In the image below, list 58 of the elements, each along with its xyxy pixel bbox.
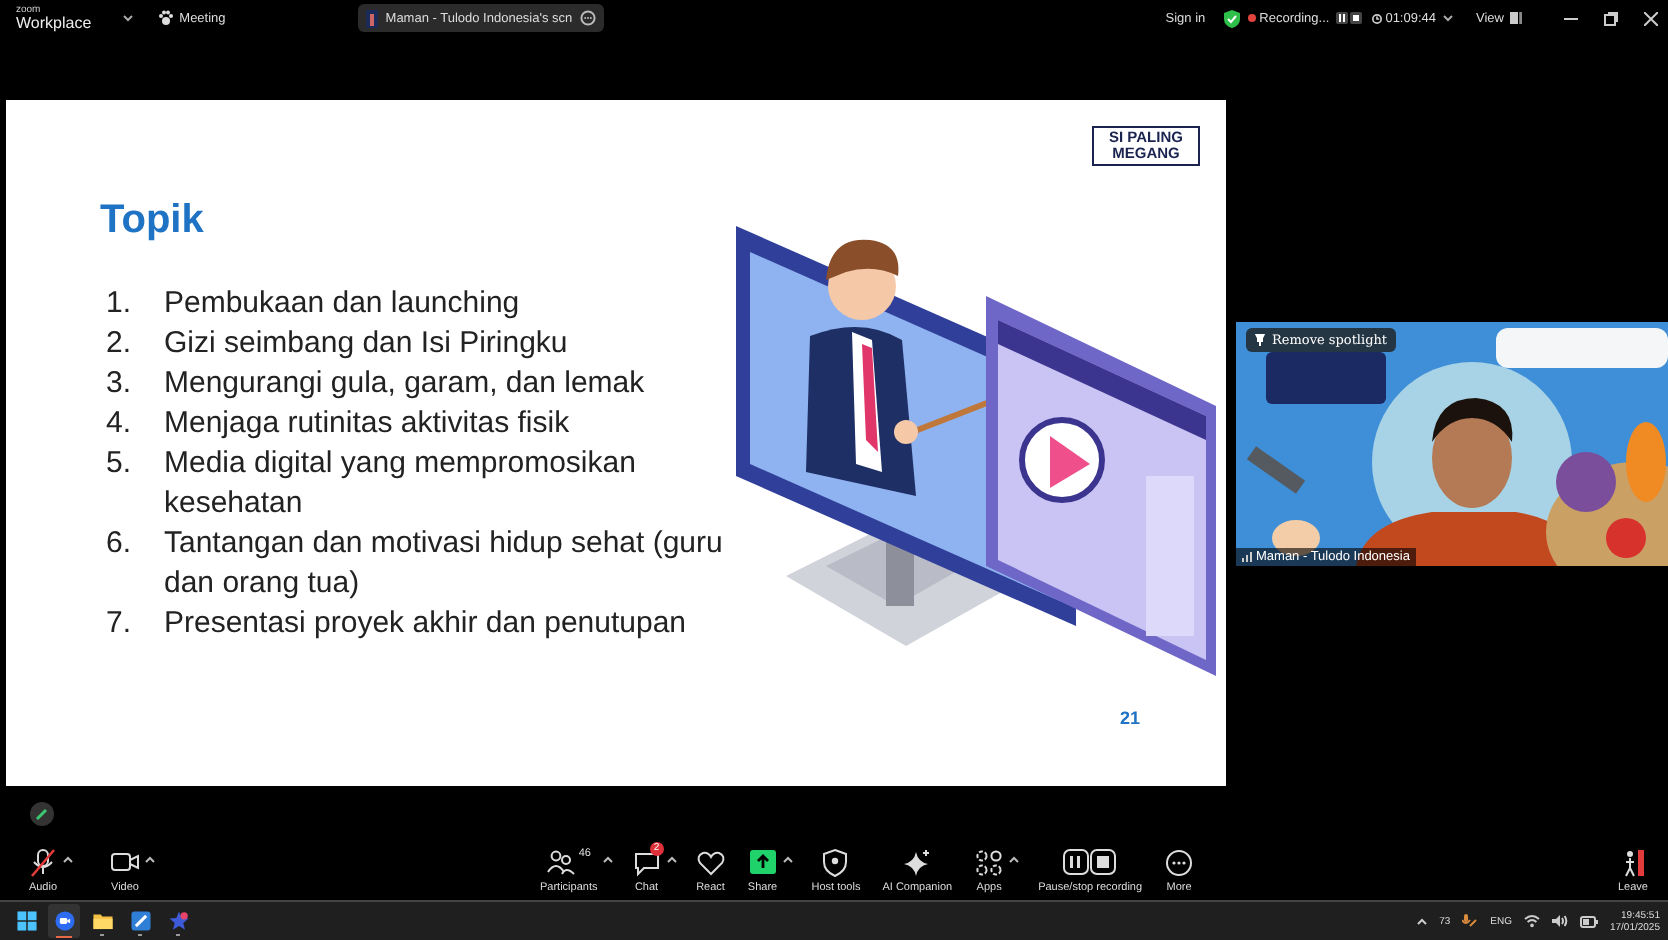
caret-icon[interactable] <box>781 853 794 865</box>
clock-icon <box>1371 13 1382 23</box>
caret-icon[interactable] <box>601 853 614 865</box>
people-icon <box>546 847 577 877</box>
speaker-icon[interactable] <box>1551 914 1568 928</box>
wifi-icon[interactable] <box>1523 914 1540 928</box>
app-name: Workplace <box>16 15 92 31</box>
list-item-text: Mengurangi gula, garam, dan lemak <box>164 364 647 404</box>
caret-icon[interactable] <box>121 12 134 24</box>
close-icon[interactable] <box>1644 11 1658 25</box>
camera-icon <box>110 847 140 877</box>
chevron-up-icon[interactable] <box>1415 915 1428 927</box>
shield-check-icon[interactable] <box>1223 9 1240 27</box>
sparkle-icon <box>902 847 933 877</box>
windows-logo-icon <box>15 910 37 932</box>
stop-icon[interactable] <box>1349 12 1362 24</box>
page-number: 21 <box>1120 708 1141 728</box>
screen-share-icon <box>365 9 378 27</box>
restore-icon[interactable] <box>1604 11 1618 25</box>
list-item-text: Presentasi proyek akhir dan penutupan <box>164 604 689 644</box>
list-number: 3. <box>106 364 134 404</box>
battery-icon[interactable] <box>1579 915 1598 927</box>
list-number: 5. <box>106 444 134 484</box>
star-app-icon <box>167 910 189 932</box>
recording-dot-icon <box>1247 14 1256 22</box>
caret-icon[interactable] <box>1008 853 1021 865</box>
list-item-text: Gizi seimbang dan Isi Piringku <box>164 324 570 364</box>
list-number: 6. <box>106 524 134 564</box>
apps-grid-icon <box>974 847 1005 877</box>
microphone-icon[interactable] <box>1462 914 1479 928</box>
view-layout-icon[interactable] <box>1510 12 1522 24</box>
video-app-icon <box>53 910 75 932</box>
list-item-text: Pembukaan dan launching <box>164 284 522 324</box>
options-icon[interactable] <box>580 10 597 26</box>
drawing-app-icon <box>129 910 151 932</box>
slide-title: Topik <box>100 196 204 244</box>
paw-icon <box>157 10 174 26</box>
caret-icon[interactable] <box>1442 12 1455 24</box>
annotate-icon[interactable] <box>30 802 54 826</box>
list-item-text: Menjaga rutinitas aktivitas fisik <box>164 404 572 444</box>
list-number: 7. <box>106 604 134 644</box>
list-item-text: Media digital yang mempromosikan kesehatan <box>164 444 638 524</box>
chat-bubble-icon <box>631 847 662 877</box>
list-item-text: Tantangan dan motivasi hidup sehat (guru dan orang tua) <box>164 524 725 604</box>
list-number: 4. <box>106 404 134 444</box>
caret-icon[interactable] <box>62 853 74 865</box>
pause-stop-icon <box>1062 847 1119 877</box>
taskbar-app[interactable] <box>48 904 80 938</box>
shield-icon <box>820 847 851 877</box>
caret-icon[interactable] <box>144 853 156 865</box>
list-number: 2. <box>106 324 134 364</box>
list-number: 1. <box>106 284 134 324</box>
caret-icon[interactable] <box>665 853 678 865</box>
more-icon <box>1164 847 1195 877</box>
folder-icon <box>91 910 113 932</box>
pause-icon[interactable] <box>1335 12 1348 24</box>
heart-icon <box>695 847 726 877</box>
signal-bars-icon <box>1242 552 1252 562</box>
